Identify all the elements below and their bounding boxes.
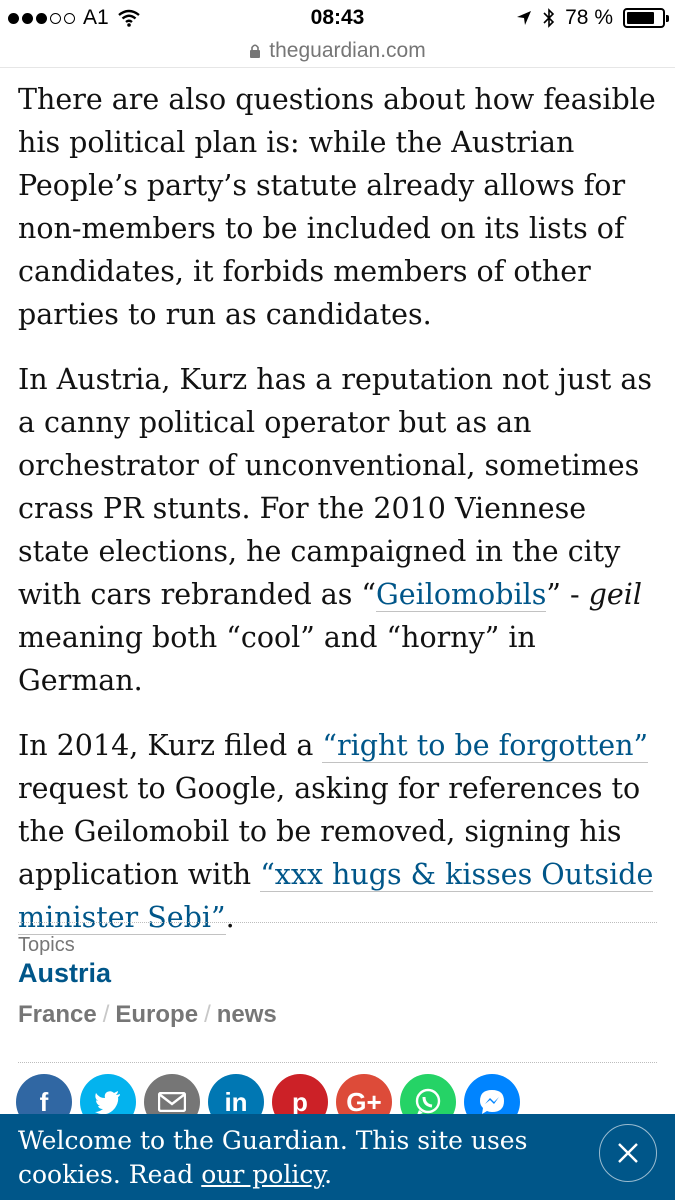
battery-fill [627, 12, 654, 24]
cookie-banner: Welcome to the Guardian. This site uses … [0, 1114, 675, 1200]
email-icon [158, 1092, 186, 1112]
article-paragraph-1: There are also questions about how feasi… [18, 83, 656, 331]
google-plus-icon: G+ [346, 1086, 382, 1117]
linkedin-icon: in [224, 1086, 248, 1117]
location-arrow-icon [517, 11, 532, 25]
p2-emphasis: geil [588, 578, 642, 611]
url-domain: theguardian.com [269, 38, 426, 62]
pinterest-icon: p [292, 1086, 308, 1117]
close-icon [618, 1143, 638, 1163]
p2-mid: ” - [546, 578, 589, 611]
close-cookie-button[interactable] [599, 1124, 657, 1182]
cookie-text-end: . [324, 1160, 333, 1189]
bluetooth-icon [543, 8, 555, 28]
article-paragraph-2: In Austria, Kurz has a reputation not ju… [18, 358, 663, 702]
topic-link-news[interactable]: news [217, 1001, 277, 1029]
twitter-icon [95, 1091, 120, 1114]
article-paragraph-3: In 2014, Kurz filed a “right to be forgo… [18, 724, 663, 939]
p3-end: . [225, 901, 235, 934]
topics-label: Topics [18, 934, 75, 956]
whatsapp-icon [415, 1088, 441, 1115]
divider [18, 922, 657, 923]
url-bar[interactable]: theguardian.com [0, 34, 675, 68]
cookie-message: Welcome to the Guardian. This site uses … [18, 1124, 598, 1192]
p2-text: In Austria, Kurz has a reputation not ju… [18, 363, 652, 611]
battery-percent: 78 % [565, 6, 613, 29]
topic-link-europe[interactable]: Europe [115, 1001, 198, 1029]
messenger-icon [480, 1090, 504, 1114]
status-right: 78 % [515, 6, 669, 30]
p2-end: meaning both “cool” and “horny” in Germa… [18, 621, 536, 697]
battery-icon [623, 8, 669, 28]
lock-icon [250, 43, 261, 58]
geilomobils-link[interactable]: Geilomobils [376, 578, 547, 612]
article-body: There are also questions about how feasi… [18, 78, 663, 961]
facebook-icon: f [39, 1086, 49, 1117]
separator: / [102, 1001, 110, 1028]
right-to-be-forgotten-link[interactable]: “right to be forgotten” [322, 729, 649, 763]
topic-link-austria[interactable]: Austria [18, 958, 111, 989]
cookie-policy-link[interactable]: our policy [201, 1160, 324, 1189]
topic-link-france[interactable]: France [18, 1001, 97, 1029]
separator: / [204, 1001, 211, 1028]
related-topics: France / Europe / news [18, 1001, 277, 1029]
divider [18, 1062, 657, 1063]
status-bar: A1 08:43 78 % [0, 0, 675, 36]
p3-start: In 2014, Kurz filed a [18, 729, 323, 762]
